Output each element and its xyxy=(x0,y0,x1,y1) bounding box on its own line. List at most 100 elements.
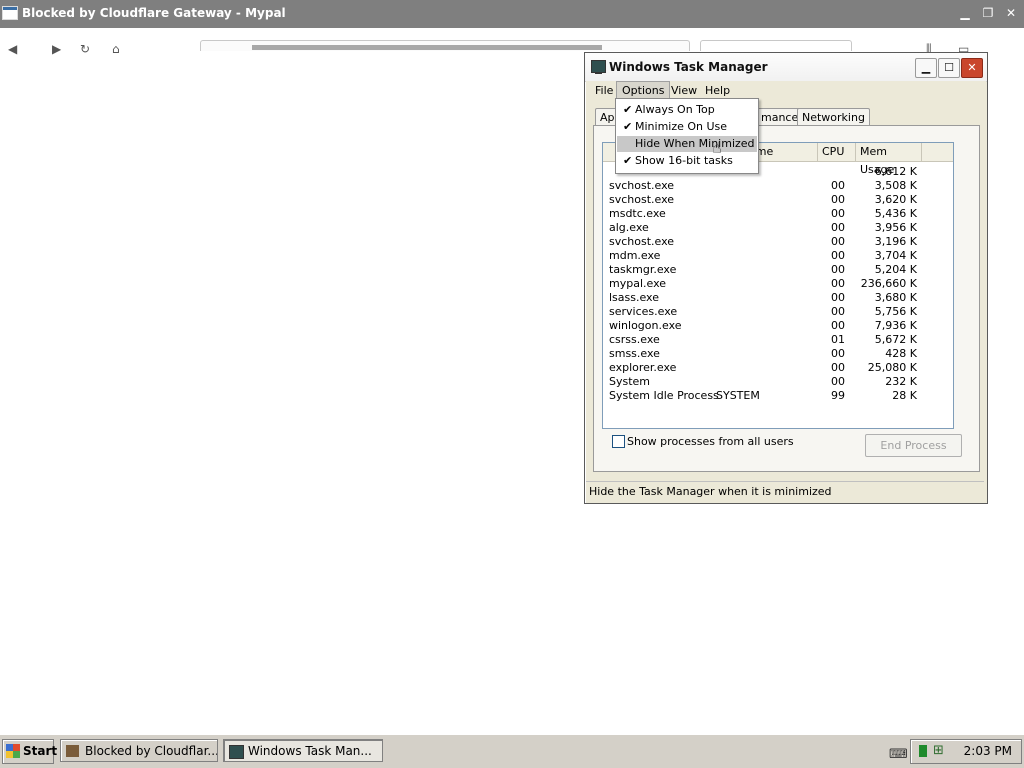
table-row[interactable]: csrss.exe 01 5,672 K xyxy=(603,333,953,347)
row-image-name: mdm.exe xyxy=(609,249,661,262)
table-row[interactable]: msdtc.exe 00 5,436 K xyxy=(603,207,953,221)
show-all-users-label: Show processes from all users xyxy=(627,435,794,448)
row-cpu: 00 xyxy=(831,263,845,276)
row-mem: 5,436 K xyxy=(874,207,917,220)
row-image-name: alg.exe xyxy=(609,221,649,234)
row-cpu: 00 xyxy=(831,361,845,374)
taskbar-button-taskmanager[interactable]: Windows Task Man... xyxy=(223,739,383,762)
row-mem: 3,196 K xyxy=(874,235,917,248)
checkmark-icon: ✔ xyxy=(623,103,633,116)
table-row[interactable]: smss.exe 00 428 K xyxy=(603,347,953,361)
options-menu-item-label: Always On Top xyxy=(635,103,715,116)
table-row[interactable]: svchost.exe 00 3,508 K xyxy=(603,179,953,193)
row-image-name: winlogon.exe xyxy=(609,319,682,332)
checkmark-icon: ✔ xyxy=(623,120,633,133)
table-row[interactable]: taskmgr.exe 00 5,204 K xyxy=(603,263,953,277)
options-menu-item-label: Minimize On Use xyxy=(635,120,728,133)
row-mem: 5,672 K xyxy=(874,333,917,346)
task-manager-titlebar[interactable]: Windows Task Manager ▁ ☐ ✕ xyxy=(585,53,987,82)
table-row[interactable]: svchost.exe 00 3,620 K xyxy=(603,193,953,207)
table-row[interactable]: services.exe 00 5,756 K xyxy=(603,305,953,319)
start-label: Start xyxy=(23,744,58,758)
url-text xyxy=(252,45,602,50)
row-cpu: 01 xyxy=(831,333,845,346)
windows-logo-icon xyxy=(6,744,20,758)
end-process-button[interactable]: End Process xyxy=(865,434,962,457)
table-row[interactable]: mypal.exe 00 236,660 K xyxy=(603,277,953,291)
options-menu-item[interactable]: ✔ Always On Top xyxy=(617,102,757,118)
clock[interactable]: 2:03 PM xyxy=(964,740,1012,763)
checkmark-icon: ✔ xyxy=(623,154,633,167)
restore-icon[interactable]: ❐ xyxy=(979,4,997,22)
row-image-name: System Idle Process xyxy=(609,389,719,402)
row-image-name: explorer.exe xyxy=(609,361,677,374)
options-menu-item-label: Hide When Minimized xyxy=(635,137,755,150)
table-row[interactable]: winlogon.exe 00 7,936 K xyxy=(603,319,953,333)
row-mem: 3,680 K xyxy=(874,291,917,304)
row-mem: 3,508 K xyxy=(874,179,917,192)
forward-icon[interactable]: ▶ xyxy=(52,42,61,56)
row-cpu: 99 xyxy=(831,389,845,402)
mouse-cursor-icon: ☝ xyxy=(712,138,722,157)
network-icon[interactable]: ⊞ xyxy=(933,743,944,758)
show-all-users-checkbox[interactable] xyxy=(612,435,625,448)
tm-minimize-button[interactable]: ▁ xyxy=(915,58,937,78)
table-row[interactable]: explorer.exe 00 25,080 K xyxy=(603,361,953,375)
start-button[interactable]: Start xyxy=(2,739,58,764)
row-mem: 5,756 K xyxy=(874,305,917,318)
keyboard-icon[interactable]: ⌨ xyxy=(889,747,908,762)
options-menu-item[interactable]: ✔ Minimize On Use xyxy=(617,119,757,135)
taskbar: Start Blocked by Cloudflar... Windows Ta… xyxy=(0,734,1024,768)
row-cpu: 00 xyxy=(831,249,845,262)
row-user-name: SYSTEM xyxy=(716,389,760,402)
browser-toolbar: ◀ ▶ ↻ ⌂ ⫼ ▭ xyxy=(0,28,1024,56)
row-mem: 3,620 K xyxy=(874,193,917,206)
row-image-name: svchost.exe xyxy=(609,193,675,206)
column-mem-usage[interactable]: Mem Usage xyxy=(856,143,922,176)
browser-titlebar: Blocked by Cloudflare Gateway - Mypal ▁ … xyxy=(0,0,1024,28)
status-bar: Hide the Task Manager when it is minimiz… xyxy=(586,481,984,501)
tm-maximize-button[interactable]: ☐ xyxy=(938,58,960,78)
system-tray: ⊞ 2:03 PM xyxy=(910,739,1022,764)
row-cpu: 00 xyxy=(831,319,845,332)
reload-icon[interactable]: ↻ xyxy=(80,42,90,56)
options-menu-item[interactable]: Hide When Minimized xyxy=(617,136,757,152)
row-image-name: mypal.exe xyxy=(609,277,667,290)
row-cpu: 00 xyxy=(831,221,845,234)
column-cpu[interactable]: CPU xyxy=(818,143,856,161)
table-row[interactable]: lsass.exe 00 3,680 K xyxy=(603,291,953,305)
row-mem: 25,080 K xyxy=(867,361,917,374)
row-cpu: 00 xyxy=(831,347,845,360)
search-bar[interactable] xyxy=(700,40,852,51)
taskmanager-tray-icon[interactable] xyxy=(919,745,927,757)
table-row[interactable]: System 00 232 K xyxy=(603,375,953,389)
row-cpu: 00 xyxy=(831,375,845,388)
taskbar-label-browser: Blocked by Cloudflar... xyxy=(85,744,218,758)
row-mem: 7,936 K xyxy=(874,319,917,332)
taskbar-label-taskmanager: Windows Task Man... xyxy=(248,744,372,758)
home-icon[interactable]: ⌂ xyxy=(112,42,120,56)
table-row[interactable]: svchost.exe 00 3,196 K xyxy=(603,235,953,249)
row-image-name: taskmgr.exe xyxy=(609,263,677,276)
table-row[interactable]: alg.exe 00 3,956 K xyxy=(603,221,953,235)
taskbar-button-browser[interactable]: Blocked by Cloudflar... xyxy=(60,739,218,762)
back-icon[interactable]: ◀ xyxy=(8,42,17,56)
row-mem: 232 K xyxy=(885,375,917,388)
minimize-icon[interactable]: ▁ xyxy=(956,4,974,22)
row-image-name: services.exe xyxy=(609,305,678,318)
row-cpu: 00 xyxy=(831,291,845,304)
row-image-name: smss.exe xyxy=(609,347,660,360)
row-mem: 428 K xyxy=(885,347,917,360)
options-menu-item[interactable]: ✔ Show 16-bit tasks xyxy=(617,153,757,169)
table-row[interactable]: System Idle Process SYSTEM 99 28 K xyxy=(603,389,953,403)
row-image-name: lsass.exe xyxy=(609,291,659,304)
row-image-name: csrss.exe xyxy=(609,333,660,346)
browser-window-title: Blocked by Cloudflare Gateway - Mypal xyxy=(22,6,286,20)
table-row[interactable]: mdm.exe 00 3,704 K xyxy=(603,249,953,263)
row-cpu: 00 xyxy=(831,193,845,206)
process-list[interactable]: ame CPU Mem Usage 6,612 K svchost.exe 00 3… xyxy=(602,142,954,429)
tab-networking[interactable]: Networking xyxy=(797,108,870,126)
tm-close-button[interactable]: ✕ xyxy=(961,58,983,78)
row-cpu: 00 xyxy=(831,305,845,318)
close-icon[interactable]: ✕ xyxy=(1002,4,1020,22)
